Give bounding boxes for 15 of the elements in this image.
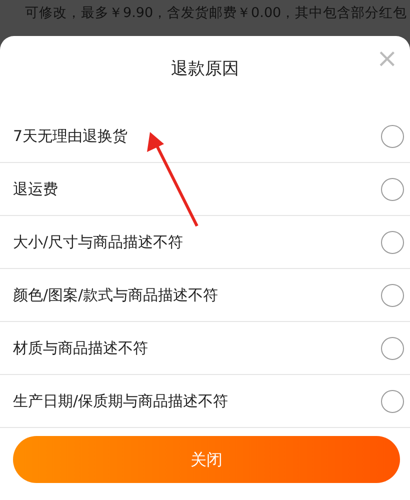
radio-button[interactable]	[381, 390, 404, 412]
radio-button[interactable]	[381, 124, 404, 148]
close-button[interactable]: 关闭	[13, 436, 400, 483]
reason-label: 退运费	[13, 178, 58, 200]
reason-label: 大小/尺寸与商品描述不符	[13, 232, 184, 253]
reason-label: 7天无理由退换货	[13, 126, 128, 147]
radio-button[interactable]	[381, 230, 404, 254]
reason-label: 材质与商品描述不符	[13, 338, 148, 359]
reason-label: 颜色/图案/款式与商品描述不符	[13, 284, 218, 306]
sheet-title: 退款原因	[171, 58, 239, 80]
radio-button[interactable]	[381, 284, 404, 306]
reason-label: 生产日期/保质期与商品描述不符	[13, 390, 228, 412]
radio-button[interactable]	[381, 336, 404, 360]
background-text: 可修改，最多￥9.90，含发货邮费￥0.00，其中包含部分红包	[25, 4, 408, 23]
radio-button[interactable]	[381, 178, 404, 200]
